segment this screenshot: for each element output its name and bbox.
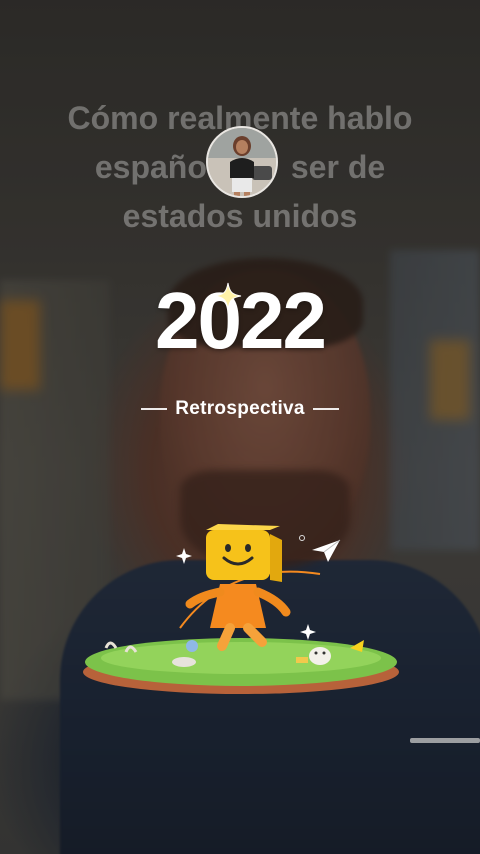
divider-right [312, 408, 339, 410]
avatar-photo [208, 128, 276, 196]
caption-line-3: estados unidos [122, 198, 358, 234]
retrospective-label: Retrospectiva [175, 398, 305, 419]
caption-line-2-left: españo [94, 149, 207, 185]
progress-indicator [410, 738, 480, 743]
creator-avatar[interactable] [206, 126, 278, 198]
smiley-block-mascot [83, 524, 399, 694]
paper-plane-icon [312, 539, 341, 562]
divider-left [141, 408, 168, 410]
sparkle-icon [214, 282, 242, 310]
retrospective-label-row: Retrospectiva [0, 396, 480, 422]
caption-line-2-right: ser de [290, 149, 386, 185]
